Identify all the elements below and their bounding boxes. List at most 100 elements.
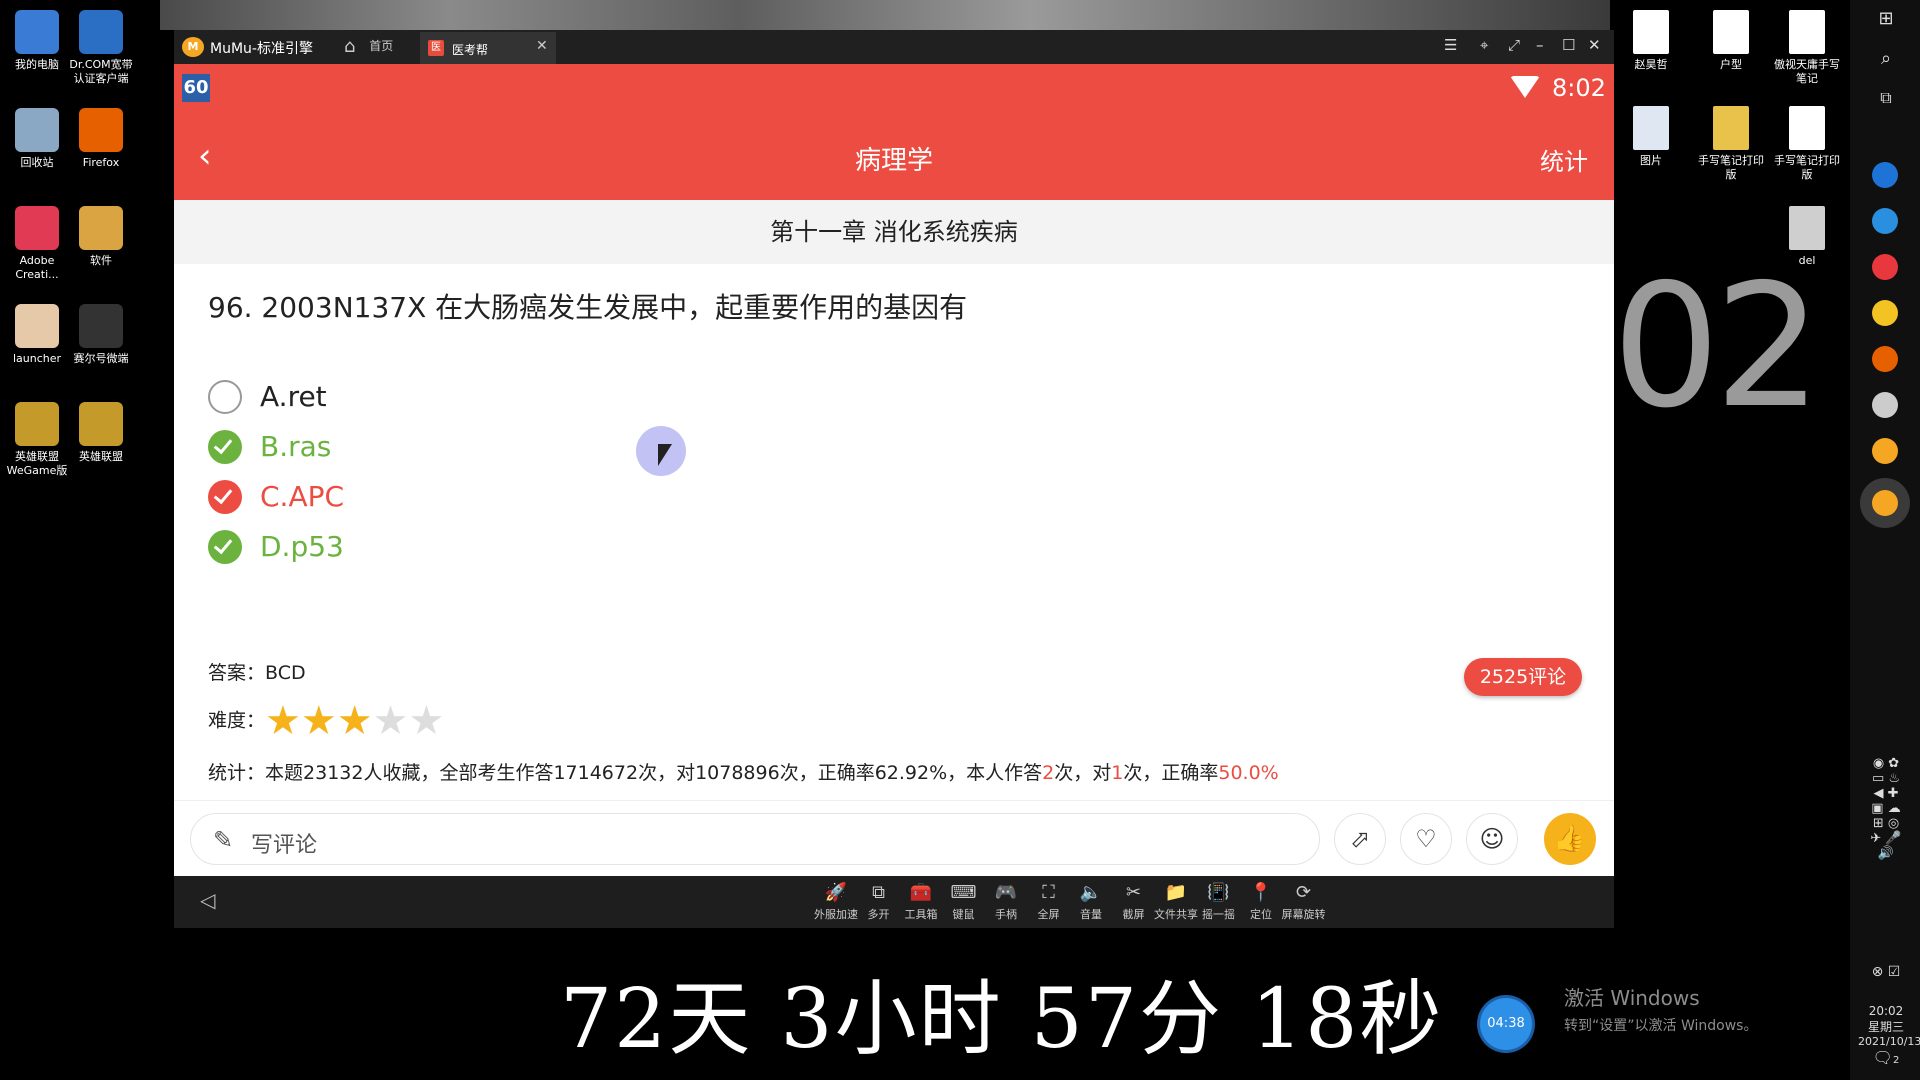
desktop-icon-label: 赛尔号微端 xyxy=(73,352,129,365)
desktop-icon[interactable]: 我的电脑 xyxy=(0,10,74,72)
menu-icon[interactable]: ☰ xyxy=(1444,36,1457,54)
document-icon xyxy=(1789,206,1825,250)
close-window-icon[interactable]: ✕ xyxy=(1588,36,1601,54)
notification-button[interactable]: 🗨2 xyxy=(1858,1048,1914,1067)
favorite-button[interactable]: ♡ xyxy=(1400,813,1452,865)
desktop: 我的电脑 Dr.COM宽带认证客户端回收站 Firefox Adobe Creati.… xyxy=(0,0,1920,1080)
document-icon xyxy=(1789,10,1825,54)
home-tab-label: 首页 xyxy=(369,39,394,53)
check-correct-icon xyxy=(208,430,242,464)
mumu-taskbar-icon[interactable] xyxy=(1872,438,1898,464)
chrome-icon[interactable] xyxy=(1872,300,1898,326)
share-button[interactable]: ⬀ xyxy=(1334,813,1386,865)
heart-icon: ♡ xyxy=(1415,825,1437,853)
difficulty-label: 难度： xyxy=(208,709,266,732)
android-back-icon[interactable]: ◁ xyxy=(200,888,215,912)
emulator-title: MuMu-标准引擎 xyxy=(210,41,313,57)
notification-count: 2 xyxy=(1892,1055,1900,1066)
tool-11[interactable]: ⟳ 屏幕旋转 xyxy=(1278,880,1330,922)
like-button[interactable]: 👍 xyxy=(1544,813,1596,865)
desktop-icon[interactable]: 软件 xyxy=(64,206,138,268)
stats-main: 本题23132人收藏，全部考生作答1714672次，对1078896次，正确率6… xyxy=(265,762,1043,784)
app-icon xyxy=(79,304,123,348)
firefox-icon[interactable] xyxy=(1872,346,1898,372)
pencil-icon: ✎ xyxy=(213,826,234,854)
page-title: 病理学 xyxy=(854,146,933,176)
app-icon xyxy=(15,304,59,348)
app-tab-icon: 医 xyxy=(428,40,444,56)
desktop-icon[interactable]: 赵昊哲 xyxy=(1614,10,1688,72)
desktop-icon-label: 我的电脑 xyxy=(15,58,59,71)
desktop-icon[interactable]: Adobe Creati... xyxy=(0,206,74,282)
desktop-icon-label: 英雄联盟WeGame版 xyxy=(6,450,68,477)
star-icon: ★ xyxy=(408,697,445,744)
desktop-icon-label: 图片 xyxy=(1640,154,1662,167)
android-statusbar: 60 8:02 xyxy=(174,64,1614,114)
desktop-icon[interactable]: Firefox xyxy=(64,108,138,170)
taskbar-clock[interactable]: 20:02 星期三 2021/10/13 xyxy=(1858,1004,1920,1048)
star-icon: ★ xyxy=(265,697,301,744)
chapter-title: 第十一章 消化系统疾病 xyxy=(174,200,1614,264)
desktop-icon-label: Firefox xyxy=(82,156,120,169)
option-b[interactable]: B.ras xyxy=(208,426,808,466)
star-icon: ★ xyxy=(300,697,337,744)
option-c[interactable]: C.APC xyxy=(208,476,808,516)
desktop-icon-label: Dr.COM宽带认证客户端 xyxy=(69,58,133,85)
app-tab[interactable]: 医 医考帮 ✕ xyxy=(420,32,556,64)
tray-icons[interactable]: ◉ ✿ ▭ ♨ ◀ ✚ ▣ ☁ ⊞ ◎ ✈ 🎤 🔊 xyxy=(1858,756,1914,861)
taskbar-date: 2021/10/13 xyxy=(1858,1035,1920,1048)
comment-bar: ✎ 写评论 ⬀ ♡ ☺ 👍 xyxy=(174,800,1614,876)
activate-line1: 激活 Windows xyxy=(1564,986,1700,1010)
home-tab[interactable]: ⌂ 首页 xyxy=(344,36,393,57)
mumu-logo-icon: M xyxy=(182,37,204,57)
desktop-icon[interactable]: 户型 xyxy=(1694,10,1768,72)
option-label: D.p53 xyxy=(260,530,344,563)
stats-button[interactable]: 统计 xyxy=(1540,142,1588,177)
answer-row: 答案：BCD xyxy=(208,658,306,685)
my-correct-rate: 50.0% xyxy=(1218,762,1279,784)
minimize-icon[interactable]: – xyxy=(1536,36,1544,54)
countdown-text: 72天 3小时 57分 18秒 xyxy=(560,972,1444,1067)
stats-mid2: 次，正确率 xyxy=(1123,762,1219,784)
app-icon xyxy=(15,402,59,446)
option-a[interactable]: A.ret xyxy=(208,376,808,416)
desktop-icon[interactable]: 英雄联盟 xyxy=(64,402,138,464)
desktop-icon[interactable]: 英雄联盟WeGame版 xyxy=(0,402,74,478)
mumu-active-taskbar-icon[interactable] xyxy=(1872,490,1898,516)
my-answer-count: 2 xyxy=(1042,762,1055,784)
document-icon xyxy=(1713,10,1749,54)
maximize-icon[interactable]: ☐ xyxy=(1562,36,1575,54)
close-tab-icon[interactable]: ✕ xyxy=(536,38,548,54)
restore-window-icon[interactable]: ⤢ xyxy=(1508,36,1520,54)
emulator-toolbar: ◁ 🚀 外服加速 ⧉ 多开 🧰 工具箱 ⌨ 键鼠 🎮 手柄 ⛶ 全屏 🔈 音量 ✂ 截屏 📁 文件共享 📳 摇一摇 📍 定… xyxy=(174,876,1614,928)
comment-input[interactable]: ✎ 写评论 xyxy=(190,813,1320,865)
desktop-icon[interactable]: 回收站 xyxy=(0,108,74,170)
netease-music-icon[interactable] xyxy=(1872,254,1898,280)
desktop-icon[interactable]: 手写笔记打印版 xyxy=(1770,106,1844,182)
ie-icon[interactable] xyxy=(1872,208,1898,234)
desktop-icon[interactable]: launcher xyxy=(0,304,74,366)
option-d[interactable]: D.p53 xyxy=(208,526,808,566)
feedback-button[interactable]: ☺ xyxy=(1466,813,1518,865)
tray-close-icon[interactable]: ⊗ ☑ xyxy=(1858,964,1914,980)
taskbar: ⊞ ⌕ ⧉ ◉ ✿ ▭ ♨ ◀ ✚ ▣ ☁ ⊞ ◎ ✈ 🎤 🔊 ⊗ ☑ 20:02 星期三 … xyxy=(1850,0,1920,1080)
notification-icon: 🗨 xyxy=(1872,1048,1893,1067)
task-view-icon[interactable]: ⧉ xyxy=(1858,88,1914,108)
clock-app-icon[interactable] xyxy=(1872,392,1898,418)
check-correct-icon xyxy=(208,530,242,564)
desktop-icon[interactable]: Dr.COM宽带认证客户端 xyxy=(64,10,138,86)
desktop-icon-label: 手写笔记打印版 xyxy=(1774,154,1840,181)
desktop-icon[interactable]: 赛尔号微端 xyxy=(64,304,138,366)
desktop-icon[interactable]: 图片 xyxy=(1614,106,1688,168)
app-icon xyxy=(15,10,59,54)
floating-clock-bubble[interactable]: 04:38 xyxy=(1480,998,1532,1050)
desktop-icon[interactable]: 手写笔记打印版 xyxy=(1694,106,1768,182)
comments-button[interactable]: 2525评论 xyxy=(1464,658,1582,696)
stats-row: 统计：本题23132人收藏，全部考生作答1714672次，对1078896次，正… xyxy=(208,758,1279,785)
desktop-icon[interactable]: 傲视天庸手写笔记 xyxy=(1770,10,1844,86)
start-icon[interactable]: ⊞ xyxy=(1858,8,1914,29)
app-icon xyxy=(79,206,123,250)
pin-icon[interactable]: ⌖ xyxy=(1480,36,1488,54)
edge-icon[interactable] xyxy=(1872,162,1898,188)
search-icon[interactable]: ⌕ xyxy=(1858,48,1914,69)
